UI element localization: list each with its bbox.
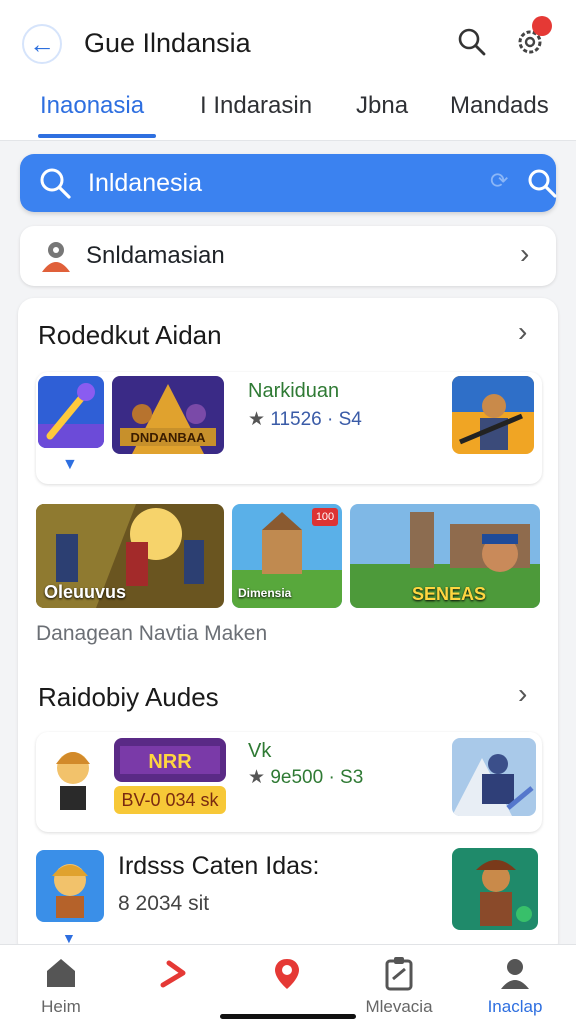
settings-button[interactable] <box>512 16 552 60</box>
scan-icon[interactable]: ⟳ <box>490 168 508 194</box>
profile-icon <box>501 959 529 989</box>
clipboard-icon <box>385 957 413 991</box>
search-submit-icon[interactable] <box>526 167 558 199</box>
item-title[interactable]: Irdsss Caten Idas: <box>118 852 319 881</box>
tile-caption: Dimensia <box>238 586 292 600</box>
nav-label: Inaclap <box>487 997 543 1016</box>
game-tile[interactable]: 100 Dimensia <box>232 504 342 608</box>
back-arrow-icon: ← <box>29 28 55 59</box>
item-meta: 8 2034 sit <box>118 892 210 915</box>
game-icon-thumbnail <box>38 376 104 448</box>
tab-jbna[interactable]: Jbna <box>356 92 408 120</box>
nav-label: Heim <box>41 997 81 1016</box>
trending-icon <box>160 960 186 988</box>
game-stats-text: 11526 · S4 <box>270 409 362 430</box>
game-name: Vk <box>248 740 272 762</box>
location-pin-icon <box>275 959 299 989</box>
game-banner-image: DNDANBAA <box>112 376 224 454</box>
character-thumbnail <box>42 740 104 812</box>
back-button[interactable]: ← <box>22 24 62 64</box>
search-bar[interactable]: Inldanesia ⟳ <box>20 154 558 212</box>
location-row[interactable]: Snldamasian › <box>20 226 556 286</box>
tab-bar: Inaonasia I Indarasin Jbna Mandads <box>0 86 576 140</box>
top-bar: ← Gue Ilndansia Inaonasia I Indarasin Jb… <box>0 0 576 141</box>
home-icon <box>47 959 75 987</box>
page-title: Gue Ilndansia <box>84 28 251 58</box>
home-indicator <box>220 1014 356 1019</box>
section-title: Raidobiy Audes <box>38 682 219 712</box>
game-tile[interactable]: SENEAS <box>350 504 540 608</box>
nav-label: Mlevacia <box>365 997 433 1016</box>
chevron-right-icon: › <box>520 238 530 269</box>
game-stats: ★ 11526 · S4 <box>248 408 362 431</box>
notification-badge <box>532 16 552 36</box>
nav-location[interactable] <box>242 945 332 1025</box>
game-hero-thumbnail[interactable] <box>452 848 538 930</box>
nav-clipboard[interactable]: Mlevacia <box>354 945 444 1025</box>
tile-caption: Oleuuvus <box>44 582 127 602</box>
star-icon: ★ <box>248 767 266 788</box>
game-name: Narkiduan <box>248 380 340 402</box>
tile-caption: SENEAS <box>412 584 487 604</box>
search-icon <box>40 168 71 199</box>
dropdown-caret-icon: ▼ <box>62 456 78 473</box>
search-icon <box>458 28 486 56</box>
search-button[interactable] <box>454 24 490 60</box>
tile-badge: 100 <box>312 508 338 526</box>
section-footer-text: Danagean Navtia Maken <box>36 622 268 645</box>
content-panel: Rodedkut Aidan › ▼ DNDANBAA Narkiduan ★ … <box>18 298 558 958</box>
game-card[interactable]: NRR BV-0 034 sk Vk ★ 9e500 · S3 <box>36 732 542 832</box>
tab-indarasin[interactable]: I Indarasin <box>200 92 312 120</box>
user-location-icon <box>42 242 70 272</box>
game-hero-thumbnail <box>452 376 534 454</box>
game-banner-image: NRR <box>114 738 226 782</box>
search-input[interactable]: Inldanesia <box>88 169 202 198</box>
game-stats: ★ 9e500 · S3 <box>248 766 363 789</box>
nav-home[interactable]: Heim <box>16 945 106 1025</box>
tab-inaonasia[interactable]: Inaonasia <box>40 92 144 120</box>
game-tile[interactable]: Oleuuvus <box>36 504 224 608</box>
banner-text: NRR <box>148 751 192 773</box>
chevron-right-icon[interactable]: › <box>518 316 527 348</box>
location-label: Snldamasian <box>86 242 225 269</box>
game-stats-text: 9e500 · S3 <box>270 767 364 788</box>
active-tab-indicator <box>38 134 156 138</box>
game-icon-thumbnail[interactable] <box>36 850 104 922</box>
tab-mandads[interactable]: Mandads <box>450 92 549 120</box>
game-card[interactable]: ▼ DNDANBAA Narkiduan ★ 11526 · S4 <box>36 372 542 484</box>
bottom-nav: Heim Mlevacia Inaclap <box>0 944 576 1025</box>
nav-trending[interactable] <box>130 945 220 1025</box>
year-tag: BV-0 034 sk <box>114 786 226 814</box>
star-icon: ★ <box>248 409 266 430</box>
banner-text: DNDANBAA <box>130 430 206 445</box>
nav-profile[interactable]: Inaclap <box>470 945 560 1025</box>
chevron-right-icon[interactable]: › <box>518 678 527 710</box>
section-title: Rodedkut Aidan <box>38 320 222 350</box>
game-hero-thumbnail <box>452 738 536 816</box>
